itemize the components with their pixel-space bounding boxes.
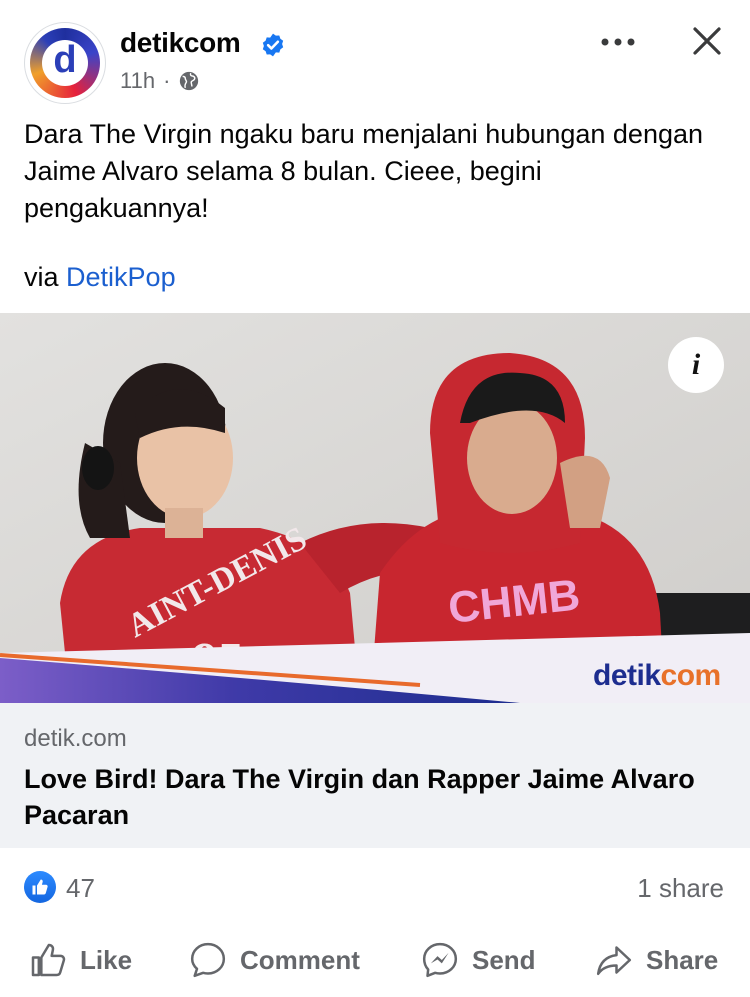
send-button[interactable]: Send [420, 930, 536, 990]
close-button[interactable] [684, 18, 730, 64]
link-headline: Love Bird! Dara The Virgin dan Rapper Ja… [24, 764, 695, 830]
like-reaction-icon[interactable] [24, 871, 56, 903]
share-arrow-icon [596, 946, 632, 976]
reactions-bar: 47 1 share [0, 862, 750, 912]
messenger-icon [422, 942, 458, 978]
watermark-part2: com [660, 659, 722, 692]
post-time[interactable]: 11h [120, 68, 155, 94]
share-count[interactable]: 1 share [637, 873, 724, 904]
post-text: Dara The Virgin ngaku baru menjalani hub… [24, 119, 704, 223]
meta-separator: · [163, 68, 171, 93]
post-actions: Like Comment Send Share [0, 930, 750, 990]
via-line: via DetikPop [24, 262, 176, 293]
send-label: Send [472, 944, 536, 975]
thumbs-up-icon [31, 943, 66, 977]
post-meta: 11h · [120, 68, 200, 94]
photo-illustration: AINT-DENIS 95 CHMB [0, 313, 750, 703]
via-link[interactable]: DetikPop [66, 262, 176, 292]
via-prefix: via [24, 262, 67, 292]
post-header: d detikcom 11h · [0, 0, 750, 110]
globe-icon [180, 71, 199, 91]
like-button[interactable]: Like [28, 930, 132, 990]
like-label: Like [80, 944, 133, 975]
link-domain: detik.com [24, 725, 127, 752]
info-button[interactable]: i [668, 337, 724, 393]
more-horizontal-icon [601, 38, 635, 46]
detikcom-watermark: detikcom [593, 659, 721, 693]
thumbs-up-small-icon [32, 879, 48, 895]
comment-icon [190, 942, 226, 978]
close-icon [693, 27, 721, 55]
page-name[interactable]: detikcom [120, 27, 241, 59]
share-label: Share [646, 944, 719, 975]
comment-button[interactable]: Comment [188, 930, 360, 990]
page-avatar[interactable]: d [24, 22, 106, 104]
avatar-letter: d [42, 40, 88, 86]
post-image[interactable]: AINT-DENIS 95 CHMB detikcom i [0, 313, 750, 703]
comment-label: Comment [240, 944, 360, 975]
watermark-part1: detik [593, 659, 661, 692]
verified-badge-icon [262, 33, 284, 57]
share-button[interactable]: Share [594, 930, 718, 990]
link-preview-card[interactable]: detik.com Love Bird! Dara The Virgin dan… [0, 703, 750, 848]
like-count[interactable]: 47 [66, 873, 95, 904]
avatar-ring: d [30, 28, 100, 98]
more-options-button[interactable] [596, 22, 640, 62]
